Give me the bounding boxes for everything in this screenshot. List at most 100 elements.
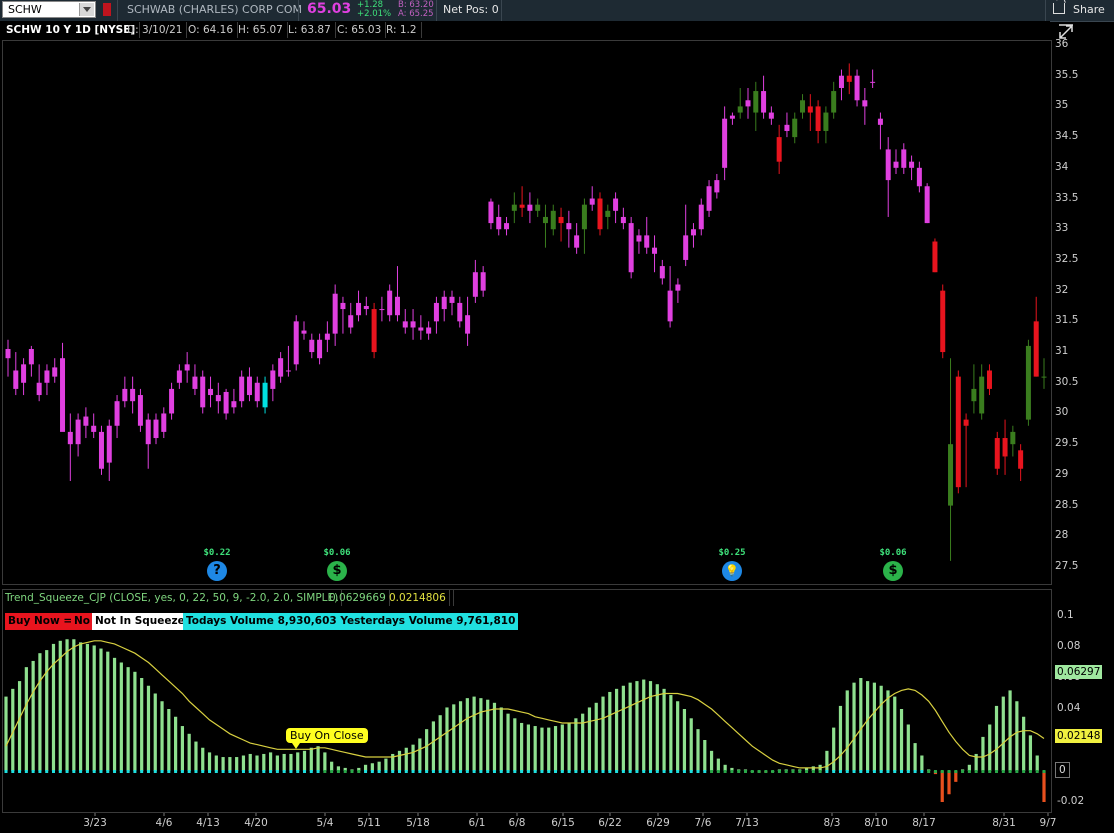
candle-body: [916, 167, 922, 187]
squeeze-dot: [167, 770, 171, 773]
candle-body: [753, 91, 759, 113]
oscillator-bar: [323, 752, 327, 771]
oscillator-bar: [825, 750, 829, 771]
squeeze-dot: [825, 770, 829, 773]
dividend-badge[interactable]: $0.06 $: [316, 548, 358, 581]
candle-body: [581, 204, 587, 230]
candle-body: [332, 293, 338, 334]
candle-body: [994, 438, 1000, 469]
dividend-badge[interactable]: $0.22 ?: [196, 548, 238, 581]
price-chart[interactable]: [0, 0, 1114, 833]
candle-body: [831, 91, 837, 113]
dividend-badge[interactable]: $0.06 $: [872, 548, 914, 581]
squeeze-dot: [221, 770, 225, 773]
candle-body: [200, 376, 206, 408]
oscillator-bar: [648, 681, 653, 771]
oscillator-bar: [886, 690, 890, 771]
price-tick-label: 30: [1055, 406, 1069, 419]
squeeze-dot: [397, 770, 401, 773]
candle-body: [1041, 376, 1047, 378]
squeeze-dot: [99, 770, 103, 773]
squeeze-dot: [180, 770, 184, 773]
oscillator-bar: [879, 685, 883, 771]
date-tick-label: 7/13: [735, 817, 759, 829]
candle-body: [838, 75, 844, 88]
candle-body: [465, 315, 471, 334]
squeeze-dot: [567, 770, 571, 773]
oscillator-bar: [167, 709, 171, 771]
oscillator-bar: [906, 724, 910, 771]
oscillator-bar: [608, 691, 612, 771]
oscillator-bar: [255, 755, 259, 771]
oscillator-bar: [140, 678, 144, 771]
squeeze-dot: [391, 770, 395, 773]
oscillator-bar: [479, 698, 483, 771]
candle-body: [161, 413, 167, 432]
oscillator-bar: [1001, 696, 1005, 771]
date-tick-label: 8/31: [992, 817, 1016, 829]
squeeze-dot: [479, 770, 483, 773]
candle-body: [44, 370, 50, 383]
oscillator-bar: [45, 650, 49, 771]
squeeze-dot: [628, 770, 632, 773]
date-tick-label: 4/13: [196, 817, 220, 829]
squeeze-dot: [689, 770, 693, 773]
candle-body: [387, 290, 393, 316]
candle-body: [589, 198, 595, 205]
squeeze-dot: [526, 770, 530, 773]
dividend-amount: $0.06: [323, 548, 351, 558]
oscillator-bar: [526, 724, 530, 771]
candle-body: [472, 272, 478, 297]
oscillator-bar: [520, 722, 524, 771]
price-tick-label: 32: [1055, 283, 1069, 296]
price-tick-label: 29: [1055, 467, 1069, 480]
candle-body: [675, 284, 681, 291]
candle-body: [496, 216, 502, 230]
oscillator-bar: [866, 681, 870, 771]
candle-body: [683, 235, 689, 260]
candle-body: [955, 376, 961, 488]
candle-body: [535, 204, 541, 211]
squeeze-dot: [336, 770, 340, 773]
candle-body: [792, 118, 798, 138]
candle-body: [574, 235, 580, 248]
date-tick-label: 4/6: [155, 817, 173, 829]
squeeze-dot: [750, 770, 754, 773]
candle-body: [192, 376, 198, 389]
candle-body: [971, 388, 977, 402]
squeeze-dot: [520, 770, 524, 773]
dividend-badge[interactable]: $0.25 💡: [711, 548, 753, 581]
squeeze-dot: [608, 770, 612, 773]
oscillator-bar: [282, 753, 286, 771]
squeeze-status: Not In Squeeze: [92, 613, 188, 630]
candle-body: [480, 272, 486, 291]
squeeze-dot: [710, 770, 714, 773]
candle-body: [893, 161, 899, 168]
candle-body: [800, 100, 806, 113]
candle-body: [176, 370, 182, 383]
oscillator-bar: [655, 684, 659, 771]
squeeze-dot: [533, 770, 537, 773]
oscillator-bar: [235, 757, 239, 771]
price-tick-label: 31: [1055, 345, 1069, 358]
oscillator-bar: [106, 651, 110, 771]
squeeze-dot: [988, 770, 992, 773]
oscillator-bar: [384, 758, 388, 771]
squeeze-dot: [384, 770, 388, 773]
date-tick-label: 3/23: [83, 817, 107, 829]
date-tick-label: 8/3: [823, 817, 841, 829]
oscillator-bar: [601, 696, 605, 771]
study-label[interactable]: Trend_Squeeze_CJP (CLOSE, yes, 0, 22, 50…: [2, 590, 343, 606]
squeeze-dot: [927, 770, 931, 773]
candle-body: [28, 348, 34, 365]
candle-body: [901, 149, 907, 168]
candle-body: [862, 100, 868, 107]
candle-body: [566, 223, 572, 230]
squeeze-dot: [554, 770, 558, 773]
candle-body: [511, 204, 517, 211]
question-icon: ?: [207, 561, 227, 581]
squeeze-dot: [452, 770, 456, 773]
oscillator-bar: [146, 685, 151, 771]
oscillator-tick-label: 0.1: [1057, 609, 1074, 621]
price-tick-label: 28.5: [1055, 498, 1079, 511]
